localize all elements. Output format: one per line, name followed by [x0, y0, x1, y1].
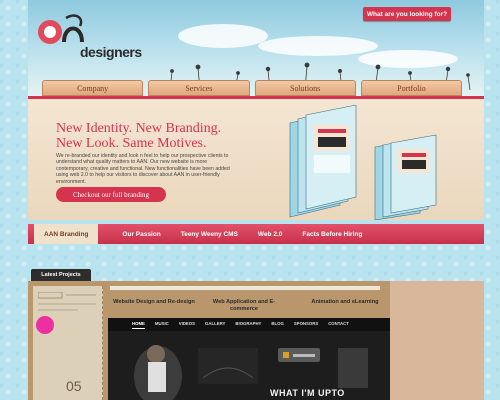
tab-aan-branding[interactable]: AAN Branding — [34, 224, 99, 244]
screenshot-nav-item: VIDEOS — [178, 321, 196, 326]
screenshot-nav-item: BLOG — [271, 321, 284, 326]
torn-paper-decoration — [390, 281, 484, 400]
screenshot-nav-item: MUSIC — [154, 321, 169, 326]
cloud-shape — [258, 36, 378, 56]
brand-logo[interactable]: designers — [36, 12, 146, 62]
nav-item-company[interactable]: Company — [42, 80, 144, 96]
ruler-decoration — [110, 286, 380, 291]
screenshot-artwork — [108, 318, 390, 400]
nav-item-portfolio[interactable]: Portfolio — [360, 80, 462, 96]
tab-facts-before-hiring[interactable]: Facts Before Hiring — [292, 224, 372, 244]
hero-body-text: We re-branded our identity and look n fe… — [56, 153, 230, 185]
project-animation[interactable]: Animation and eLearning — [300, 299, 390, 306]
pink-dot-icon — [36, 316, 54, 334]
cloud-shape — [178, 24, 268, 48]
hero-title-line2: New Look. Same Motives. — [56, 136, 207, 151]
hero-title-line1: New Identity. New Branding. — [56, 121, 222, 136]
screenshot-nav-item: HOME — [132, 321, 145, 329]
screenshot-nav-item: GALLERY — [205, 321, 226, 326]
logo-mark-icon — [38, 14, 84, 44]
feature-tabs: AAN Branding Our Passion Teeny Weeny CMS… — [28, 224, 484, 244]
tab-our-passion[interactable]: Our Passion — [112, 224, 170, 244]
tab-web-2[interactable]: Web 2.0 — [248, 224, 292, 244]
screenshot-nav-item: CONTACT — [328, 321, 349, 326]
branding-product-image — [289, 105, 437, 220]
checkout-branding-button[interactable]: Checkout our full branding — [56, 187, 166, 202]
screenshot-nav: HOME MUSIC VIDEOS GALLERY BIOGRAPHY BLOG… — [132, 321, 362, 329]
paper-scribble — [38, 292, 96, 311]
search-button[interactable]: What are you looking for? — [363, 7, 451, 21]
hero-title: New Identity. New Branding. New Look. Sa… — [56, 121, 236, 151]
project-number: 05 — [66, 378, 82, 394]
nav-item-services[interactable]: Services — [148, 80, 250, 96]
nav-item-solutions[interactable]: Solutions — [254, 80, 356, 96]
screenshot-nav-item: BIOGRAPHY — [235, 321, 262, 326]
screenshot-headline: WHAT I'M UPTO — [270, 388, 345, 398]
project-screenshot[interactable] — [108, 318, 390, 400]
screenshot-nav-item: SPONSORS — [293, 321, 319, 326]
main-nav: Company Services Solutions Portfolio — [42, 80, 462, 96]
project-web-design[interactable]: Website Design and Re-design — [104, 299, 204, 306]
latest-projects-label: Latest Projects — [31, 269, 91, 281]
logo-text: designers — [80, 44, 142, 60]
project-web-app[interactable]: Web Application and E-commerce — [205, 299, 283, 313]
tab-teeny-weeny-cms[interactable]: Teeny Weeny CMS — [171, 224, 248, 244]
